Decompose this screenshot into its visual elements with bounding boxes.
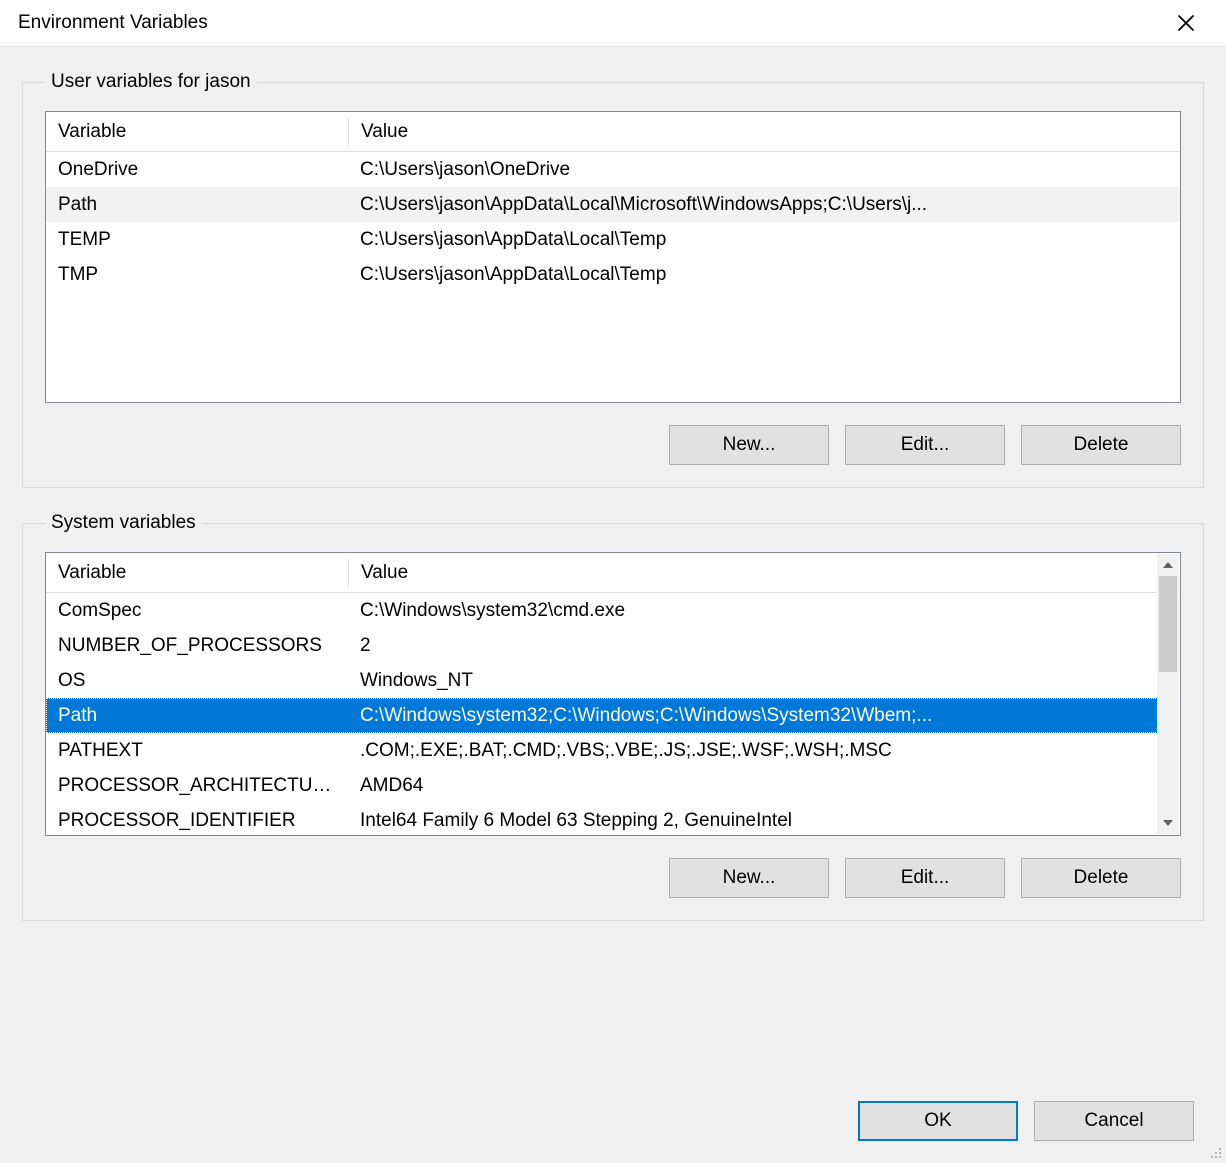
cell-value: 2 [348, 635, 1158, 657]
scrollbar-thumb[interactable] [1159, 576, 1177, 672]
table-row[interactable]: OneDriveC:\Users\jason\OneDrive [46, 152, 1180, 187]
cancel-button[interactable]: Cancel [1034, 1101, 1194, 1141]
user-new-button[interactable]: New... [669, 425, 829, 465]
cell-variable: Path [46, 705, 348, 727]
system-delete-button[interactable]: Delete [1021, 858, 1181, 898]
cell-value: C:\Users\jason\OneDrive [348, 159, 1180, 181]
user-variables-group: User variables for jason Variable Value … [22, 71, 1204, 488]
scrollbar-track[interactable] [1157, 576, 1179, 812]
cell-value: Windows_NT [348, 670, 1158, 692]
cell-variable: ComSpec [46, 600, 348, 622]
close-icon [1177, 14, 1195, 32]
list-header: Variable Value [46, 553, 1180, 593]
cell-variable: OneDrive [46, 159, 348, 181]
table-row[interactable]: TMPC:\Users\jason\AppData\Local\Temp [46, 257, 1180, 292]
system-variables-list[interactable]: Variable Value ComSpecC:\Windows\system3… [45, 552, 1181, 836]
cell-variable: PATHEXT [46, 740, 348, 762]
column-header-variable[interactable]: Variable [46, 121, 348, 143]
close-button[interactable] [1162, 3, 1210, 43]
column-header-variable[interactable]: Variable [46, 562, 348, 584]
scrollbar[interactable] [1157, 554, 1179, 834]
list-header: Variable Value [46, 112, 1180, 152]
system-variables-legend: System variables [45, 512, 202, 534]
cell-variable: TEMP [46, 229, 348, 251]
column-header-value[interactable]: Value [349, 562, 1180, 584]
table-row[interactable]: PathC:\Windows\system32;C:\Windows;C:\Wi… [46, 698, 1158, 733]
dialog-button-row: OK Cancel [22, 1101, 1204, 1149]
user-variables-legend: User variables for jason [45, 71, 257, 93]
client-area: User variables for jason Variable Value … [0, 46, 1226, 1163]
system-variables-group: System variables Variable Value ComSpecC… [22, 512, 1204, 921]
user-variables-list[interactable]: Variable Value OneDriveC:\Users\jason\On… [45, 111, 1181, 403]
window-title: Environment Variables [18, 12, 1162, 34]
cell-variable: Path [46, 194, 348, 216]
cell-value: C:\Users\jason\AppData\Local\Temp [348, 264, 1180, 286]
table-row[interactable]: PATHEXT.COM;.EXE;.BAT;.CMD;.VBS;.VBE;.JS… [46, 733, 1158, 768]
table-row[interactable]: OSWindows_NT [46, 663, 1158, 698]
system-new-button[interactable]: New... [669, 858, 829, 898]
cell-value: AMD64 [348, 775, 1158, 797]
table-row[interactable]: PROCESSOR_ARCHITECTUREAMD64 [46, 768, 1158, 803]
table-row[interactable]: PathC:\Users\jason\AppData\Local\Microso… [46, 187, 1180, 222]
cell-value: C:\Users\jason\AppData\Local\Temp [348, 229, 1180, 251]
ok-button[interactable]: OK [858, 1101, 1018, 1141]
column-header-value[interactable]: Value [349, 121, 1180, 143]
user-button-row: New... Edit... Delete [45, 425, 1181, 465]
cell-variable: TMP [46, 264, 348, 286]
environment-variables-dialog: Environment Variables User variables for… [0, 0, 1226, 1163]
titlebar: Environment Variables [0, 0, 1226, 46]
cell-variable: NUMBER_OF_PROCESSORS [46, 635, 348, 657]
cell-variable: PROCESSOR_IDENTIFIER [46, 810, 348, 832]
resize-grip-icon[interactable] [1206, 1143, 1222, 1159]
cell-value: Intel64 Family 6 Model 63 Stepping 2, Ge… [348, 810, 1158, 832]
cell-value: C:\Windows\system32;C:\Windows;C:\Window… [348, 705, 1158, 727]
table-row[interactable]: NUMBER_OF_PROCESSORS2 [46, 628, 1158, 663]
cell-value: C:\Windows\system32\cmd.exe [348, 600, 1158, 622]
table-row[interactable]: PROCESSOR_IDENTIFIERIntel64 Family 6 Mod… [46, 803, 1158, 836]
cell-variable: PROCESSOR_ARCHITECTURE [46, 775, 348, 797]
system-button-row: New... Edit... Delete [45, 858, 1181, 898]
scroll-down-icon[interactable] [1157, 812, 1179, 834]
user-edit-button[interactable]: Edit... [845, 425, 1005, 465]
system-edit-button[interactable]: Edit... [845, 858, 1005, 898]
user-delete-button[interactable]: Delete [1021, 425, 1181, 465]
cell-value: .COM;.EXE;.BAT;.CMD;.VBS;.VBE;.JS;.JSE;.… [348, 740, 1158, 762]
cell-value: C:\Users\jason\AppData\Local\Microsoft\W… [348, 194, 1180, 216]
table-row[interactable]: ComSpecC:\Windows\system32\cmd.exe [46, 593, 1158, 628]
cell-variable: OS [46, 670, 348, 692]
table-row[interactable]: TEMPC:\Users\jason\AppData\Local\Temp [46, 222, 1180, 257]
scroll-up-icon[interactable] [1157, 554, 1179, 576]
